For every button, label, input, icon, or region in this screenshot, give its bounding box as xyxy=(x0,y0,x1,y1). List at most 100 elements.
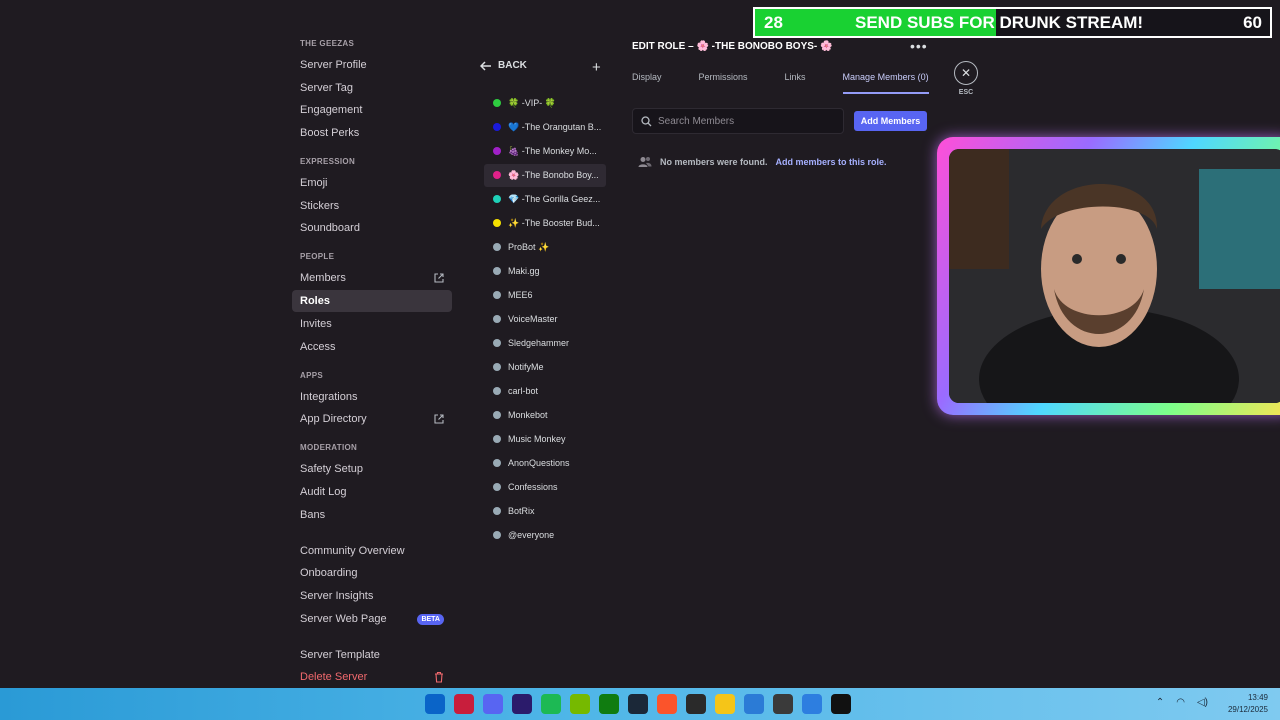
sidebar-item-audit-log[interactable]: Audit Log xyxy=(292,481,452,503)
xbox-icon[interactable] xyxy=(599,694,619,714)
role-name: AnonQuestions xyxy=(508,458,570,468)
role-list-item[interactable]: Confessions xyxy=(484,476,606,499)
search-members-input[interactable] xyxy=(658,115,838,127)
trash-icon xyxy=(435,672,443,683)
steam-icon[interactable] xyxy=(628,694,648,714)
sidebar-section: EXPRESSION Emoji Stickers Soundboard xyxy=(292,156,452,239)
spotify-icon[interactable] xyxy=(541,694,561,714)
sidebar-item-emoji[interactable]: Emoji xyxy=(292,172,452,194)
obs-icon[interactable] xyxy=(773,694,793,714)
role-name: ProBot ✨ xyxy=(508,242,550,252)
notepad-icon[interactable] xyxy=(744,694,764,714)
plus-icon[interactable]: + xyxy=(592,60,601,76)
sidebar-item-boost-perks[interactable]: Boost Perks xyxy=(292,122,452,144)
volume-icon[interactable]: ◁) xyxy=(1197,697,1208,708)
tab-links[interactable]: Links xyxy=(785,70,806,94)
role-list-item[interactable]: VoiceMaster xyxy=(484,308,606,331)
wifi-icon[interactable]: ◠ xyxy=(1176,697,1185,708)
capcut-icon[interactable] xyxy=(831,694,851,714)
esc-label: ESC xyxy=(958,89,974,96)
sidebar-item-server-web-page[interactable]: Server Web Page BETA xyxy=(292,608,452,630)
windows-start-icon[interactable] xyxy=(425,694,445,714)
sidebar-item-server-insights[interactable]: Server Insights xyxy=(292,585,452,607)
vscode-icon[interactable] xyxy=(802,694,822,714)
sidebar-item-community-overview[interactable]: Community Overview xyxy=(292,540,452,562)
role-list-item[interactable]: @everyone xyxy=(484,524,606,547)
sidebar-item-engagement[interactable]: Engagement xyxy=(292,99,452,121)
role-list-item[interactable]: 🍇 -The Monkey Mo... xyxy=(484,140,606,163)
clock-time: 13:49 xyxy=(1247,693,1268,702)
member-search[interactable] xyxy=(632,108,844,134)
role-list-item[interactable]: Maki.gg xyxy=(484,260,606,283)
sidebar-item-delete-server[interactable]: Delete Server xyxy=(292,666,452,688)
discord-icon[interactable] xyxy=(483,694,503,714)
page-title: EDIT ROLE – 🌸 -THE BONOBO BOYS- 🌸 xyxy=(632,41,833,52)
sidebar-item-label: Server Web Page xyxy=(300,612,387,625)
role-name: 💎 -The Gorilla Geez... xyxy=(508,194,601,204)
role-list-item[interactable]: 💙 -The Orangutan B... xyxy=(484,116,606,139)
opera-icon[interactable] xyxy=(454,694,474,714)
settings-sidebar: THE GEEZAS Server Profile Server Tag Engage… xyxy=(0,0,462,688)
sub-goal-message: SEND SUBS FOR DRUNK STREAM! xyxy=(855,13,1144,32)
role-list-item[interactable]: 🍀 -VIP- 🍀 xyxy=(484,92,606,115)
role-color-dot xyxy=(493,411,501,419)
sub-goal-target: 60 xyxy=(1243,13,1262,32)
sidebar-item-stickers[interactable]: Stickers xyxy=(292,195,452,217)
chevron-up-icon[interactable]: ⌃ xyxy=(1156,697,1164,708)
sidebar-item-server-profile[interactable]: Server Profile xyxy=(292,54,452,76)
add-members-button[interactable]: Add Members xyxy=(854,111,927,131)
sidebar-item-server-template[interactable]: Server Template xyxy=(292,644,452,666)
sub-goal-overlay: 28 SEND SUBS FOR DRUNK STREAM! 60 xyxy=(753,7,1272,38)
role-color-dot xyxy=(493,459,501,467)
sidebar-item-roles[interactable]: Roles xyxy=(292,290,452,313)
file-explorer-icon[interactable] xyxy=(715,694,735,714)
sidebar-item-safety-setup[interactable]: Safety Setup xyxy=(292,458,452,480)
sidebar-item-bans[interactable]: Bans xyxy=(292,504,452,526)
close-icon[interactable]: ✕ xyxy=(954,61,978,85)
role-list-item[interactable]: BotRix xyxy=(484,500,606,523)
tab-manage-members-0[interactable]: Manage Members (0) xyxy=(842,70,929,94)
taskbar-clock[interactable]: 13:49 29/12/2025 xyxy=(1228,692,1268,716)
sidebar-item-app-directory[interactable]: App Directory xyxy=(292,408,452,430)
sidebar-item-access[interactable]: Access xyxy=(292,336,452,358)
role-name: NotifyMe xyxy=(508,362,544,372)
back-button[interactable]: BACK xyxy=(480,60,527,71)
role-list-item[interactable]: ProBot ✨ xyxy=(484,236,606,259)
taskbar-apps xyxy=(425,694,851,714)
sidebar-category: EXPRESSION xyxy=(300,157,356,167)
more-options-icon[interactable]: ••• xyxy=(910,38,928,54)
sidebar-category: PEOPLE xyxy=(300,252,335,262)
role-list-item[interactable]: NotifyMe xyxy=(484,356,606,379)
tab-display[interactable]: Display xyxy=(632,70,662,94)
windows-taskbar: ⌃ ◠ ◁) 13:49 29/12/2025 xyxy=(0,688,1280,720)
premiere-icon[interactable] xyxy=(512,694,532,714)
add-members-link[interactable]: Add members to this role. xyxy=(776,157,887,167)
role-list-item[interactable]: 🌸 -The Bonobo Boy... xyxy=(484,164,606,187)
sidebar-item-label: Server Tag xyxy=(300,81,353,94)
role-list-item[interactable]: carl-bot xyxy=(484,380,606,403)
sidebar-item-server-tag[interactable]: Server Tag xyxy=(292,77,452,99)
sidebar-item-label: Server Template xyxy=(300,648,380,661)
role-list-item[interactable]: Sledgehammer xyxy=(484,332,606,355)
role-list-item[interactable]: AnonQuestions xyxy=(484,452,606,475)
sidebar-item-soundboard[interactable]: Soundboard xyxy=(292,217,452,239)
members-icon xyxy=(638,157,652,167)
role-list-item[interactable]: ✨ -The Booster Bud... xyxy=(484,212,606,235)
nvidia-icon[interactable] xyxy=(570,694,590,714)
role-list-item[interactable]: MEE6 xyxy=(484,284,606,307)
close-settings[interactable]: ✕ ESC xyxy=(954,61,978,96)
sidebar-item-integrations[interactable]: Integrations xyxy=(292,386,452,408)
sidebar-item-label: Community Overview xyxy=(300,544,405,557)
sidebar-item-members[interactable]: Members xyxy=(292,267,452,289)
brave-icon[interactable] xyxy=(657,694,677,714)
sidebar-item-label: Delete Server xyxy=(300,671,368,684)
tab-permissions[interactable]: Permissions xyxy=(699,70,748,94)
sidebar-section: Community Overview Onboarding Server Insig… xyxy=(292,540,452,630)
epic-games-icon[interactable] xyxy=(686,694,706,714)
role-list-item[interactable]: Monkebot xyxy=(484,404,606,427)
role-color-dot xyxy=(493,267,501,275)
role-list-item[interactable]: Music Monkey xyxy=(484,428,606,451)
role-list-item[interactable]: 💎 -The Gorilla Geez... xyxy=(484,188,606,211)
sidebar-item-invites[interactable]: Invites xyxy=(292,313,452,335)
sidebar-item-onboarding[interactable]: Onboarding xyxy=(292,562,452,584)
